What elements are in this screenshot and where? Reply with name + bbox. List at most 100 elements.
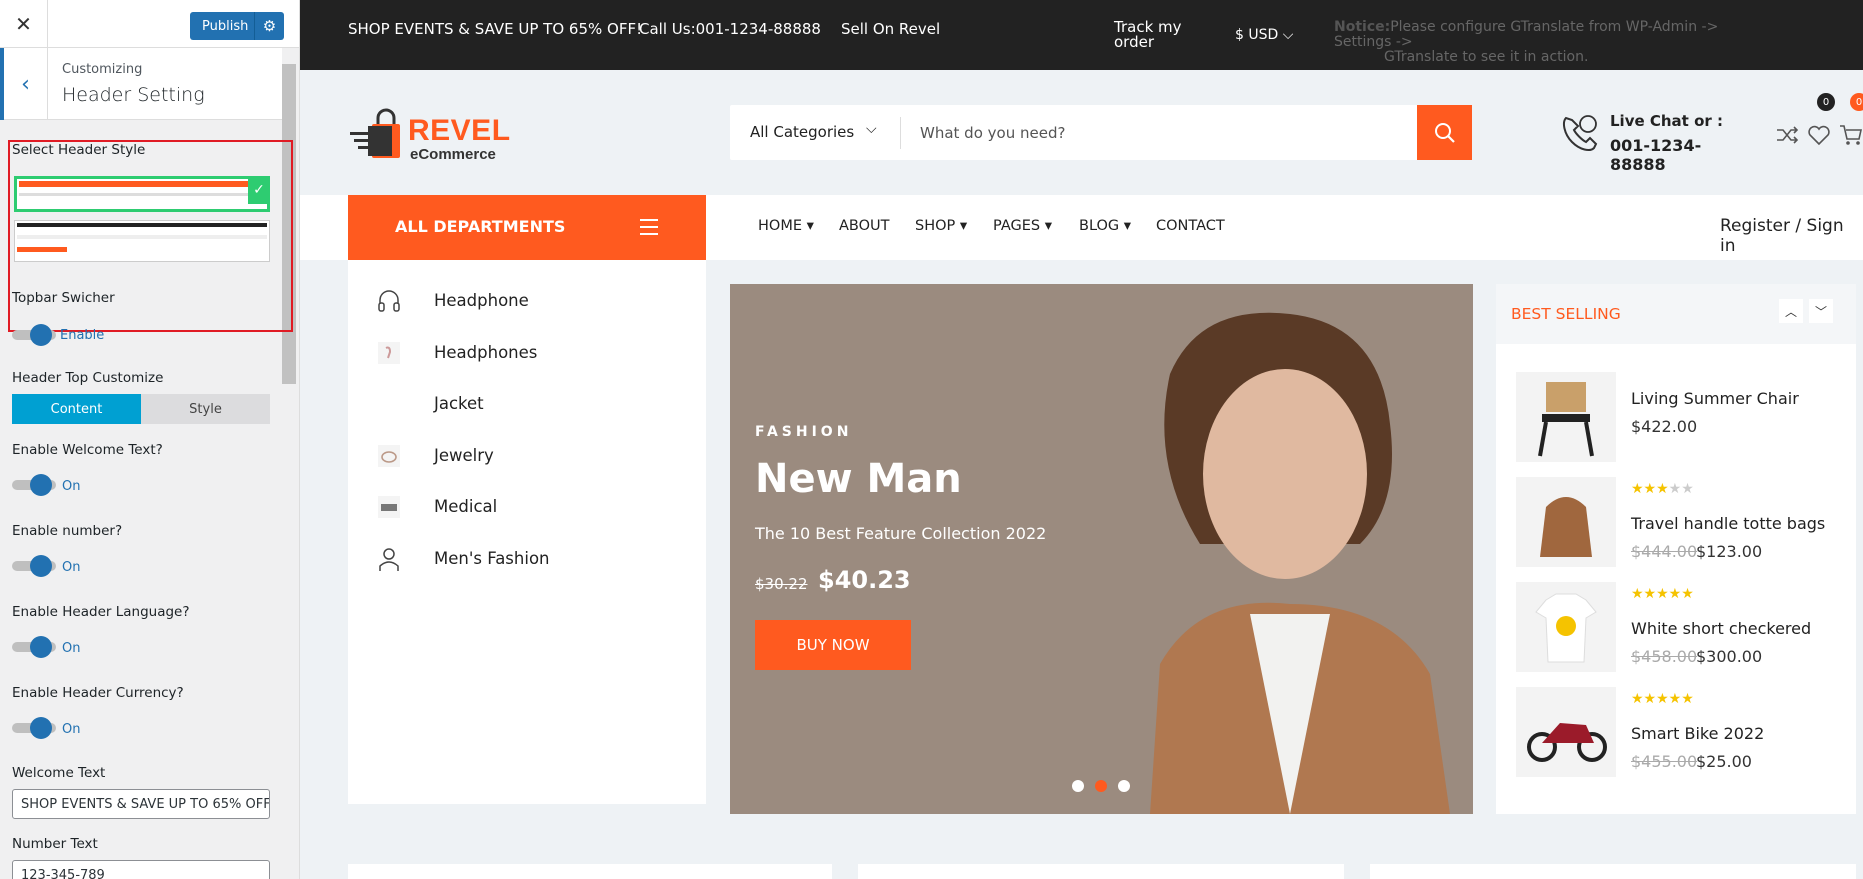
- toggle-label: Enable Header Language?: [12, 604, 190, 620]
- chevron-down-icon[interactable]: ﹀: [1809, 299, 1833, 323]
- search-input[interactable]: What do you need?: [920, 124, 1065, 142]
- nav-label: HOME: [758, 218, 802, 234]
- nav-item-pages[interactable]: PAGES ▾: [993, 218, 1052, 234]
- search-button[interactable]: [1417, 105, 1472, 160]
- rating-stars: ★★★★★: [1631, 586, 1694, 602]
- phone-chat-icon: [1563, 115, 1598, 151]
- slider-dot[interactable]: [1072, 780, 1084, 792]
- currency-select[interactable]: $ USD ⌵: [1235, 27, 1293, 43]
- feature-card: [1370, 864, 1856, 879]
- hero-old-price: $30.22: [755, 575, 808, 593]
- hero-new-price: $40.23: [818, 566, 911, 594]
- toggle-knob: [30, 636, 52, 658]
- best-selling-title: BEST SELLING: [1511, 305, 1621, 323]
- logo-name[interactable]: REVEL: [408, 114, 511, 148]
- nav-item-about[interactable]: ABOUT: [839, 218, 890, 234]
- toggle-label: Enable number?: [12, 523, 123, 539]
- track-line-2: order: [1114, 33, 1154, 51]
- nav-item-shop[interactable]: SHOP ▾: [915, 218, 967, 234]
- mens-fashion-icon: [379, 548, 399, 571]
- toggle-knob: [30, 324, 52, 346]
- hero-slider[interactable]: FASHION New Man The 10 Best Feature Coll…: [730, 284, 1473, 814]
- number-text-input[interactable]: 123-345-789: [12, 860, 270, 879]
- product-old-price: $458.00: [1631, 647, 1698, 666]
- toggle-knob: [30, 474, 52, 496]
- department-label: Jacket: [434, 394, 484, 413]
- header-top-tabs: Content Style: [12, 394, 270, 424]
- close-icon[interactable]: ✕: [0, 0, 48, 48]
- chair-image: [1516, 372, 1616, 462]
- product-price: $300.00: [1696, 647, 1763, 666]
- live-chat-label: Live Chat or :: [1610, 112, 1723, 130]
- hamburger-icon: [640, 219, 658, 240]
- search-icon: [1434, 122, 1455, 143]
- site-preview: SHOP EVENTS & SAVE UP TO 65% OFF! Call U…: [300, 0, 1863, 879]
- number-toggle[interactable]: [12, 555, 56, 577]
- cart-count-badge: 0: [1850, 93, 1863, 111]
- notice-line-2: GTranslate to see it in action.: [1384, 49, 1589, 65]
- compare-icon[interactable]: [1774, 122, 1800, 148]
- live-chat[interactable]: Live Chat or : 001-1234-88888: [1558, 110, 1728, 174]
- slider-dot-active[interactable]: [1095, 780, 1107, 792]
- toggle-state: On: [62, 641, 81, 656]
- phone-number: 001-1234-88888: [1610, 136, 1702, 174]
- slider-dot[interactable]: [1118, 780, 1130, 792]
- all-departments-button[interactable]: ALL DEPARTMENTS: [348, 195, 706, 260]
- product-item[interactable]: Living Summer Chair $422.00: [1516, 372, 1836, 462]
- feature-card: [348, 864, 832, 879]
- register-signin-link[interactable]: Register / Sign in: [1720, 216, 1863, 256]
- buy-now-button[interactable]: BUY NOW: [755, 620, 911, 670]
- product-price: $25.00: [1696, 752, 1752, 771]
- nav-item-blog[interactable]: BLOG ▾: [1079, 218, 1131, 234]
- product-price: $422.00: [1631, 417, 1698, 436]
- header-language-toggle[interactable]: [12, 636, 56, 658]
- tab-style[interactable]: Style: [141, 394, 270, 424]
- headphone-icon: [378, 290, 400, 312]
- department-label: Headphone: [434, 291, 529, 310]
- product-item[interactable]: ★★★★★ Travel handle totte bags $444.00 $…: [1516, 477, 1836, 567]
- cart-icon[interactable]: [1838, 122, 1863, 148]
- nav-label: CONTACT: [1156, 218, 1225, 234]
- back-chevron-icon[interactable]: ‹: [0, 48, 48, 120]
- app-window: ✕ Publish ⚙ ‹ Customizing Header Setting…: [0, 0, 1863, 879]
- product-name[interactable]: Smart Bike 2022: [1631, 724, 1764, 743]
- category-select[interactable]: All Categories: [750, 123, 854, 141]
- toggle-label: Enable Header Currency?: [12, 685, 184, 701]
- chevron-up-icon[interactable]: ︿: [1779, 299, 1803, 323]
- product-item[interactable]: ★★★★★ White short checkered $458.00 $300…: [1516, 582, 1836, 672]
- nav-label: SHOP: [915, 218, 956, 234]
- topbar-switcher-toggle[interactable]: [12, 324, 56, 346]
- nav-item-contact[interactable]: CONTACT: [1156, 218, 1225, 234]
- main-nav: ALL DEPARTMENTS HOME ▾ ABOUT SHOP ▾ PAGE…: [300, 195, 1863, 260]
- department-label: Men's Fashion: [434, 549, 550, 568]
- section-title: Header Setting: [62, 84, 205, 106]
- wishlist-heart-icon[interactable]: [1806, 122, 1832, 148]
- product-name[interactable]: White short checkered: [1631, 619, 1811, 638]
- topbar-track-link[interactable]: Track my order: [1114, 20, 1182, 50]
- product-name[interactable]: Living Summer Chair: [1631, 389, 1799, 408]
- section-header: ‹ Customizing Header Setting: [0, 48, 285, 120]
- gtranslate-notice: Notice:Please configure GTranslate from …: [1334, 20, 1774, 65]
- product-name[interactable]: Travel handle totte bags: [1631, 514, 1825, 533]
- gear-icon[interactable]: ⚙: [254, 12, 284, 40]
- best-selling-header: BEST SELLING ︿ ﹀: [1496, 284, 1856, 344]
- welcome-text-label: Welcome Text: [12, 765, 106, 781]
- topbar-sell-link[interactable]: Sell On Revel: [841, 20, 940, 38]
- welcome-text-input[interactable]: SHOP EVENTS & SAVE UP TO 65% OFF: [12, 789, 270, 819]
- product-old-price: $455.00: [1631, 752, 1698, 771]
- logo-sub: eCommerce: [410, 146, 496, 163]
- toggle-knob: [30, 555, 52, 577]
- publish-button[interactable]: Publish ⚙: [190, 12, 284, 40]
- nav-item-home[interactable]: HOME ▾: [758, 218, 814, 234]
- product-item[interactable]: ★★★★★ Smart Bike 2022 $455.00 $25.00: [1516, 687, 1836, 777]
- department-label: Headphones: [434, 343, 538, 362]
- chevron-down-icon: ⌵: [1282, 27, 1294, 43]
- tab-content[interactable]: Content: [12, 394, 141, 424]
- header-currency-toggle[interactable]: [12, 717, 56, 739]
- nav-label: BLOG: [1079, 218, 1120, 234]
- department-label: Jewelry: [434, 446, 494, 465]
- welcome-text-toggle[interactable]: [12, 474, 56, 496]
- site-topbar: SHOP EVENTS & SAVE UP TO 65% OFF! Call U…: [300, 0, 1863, 70]
- jewelry-icon: [378, 445, 400, 467]
- topbar-switcher-state: Enable: [60, 328, 105, 343]
